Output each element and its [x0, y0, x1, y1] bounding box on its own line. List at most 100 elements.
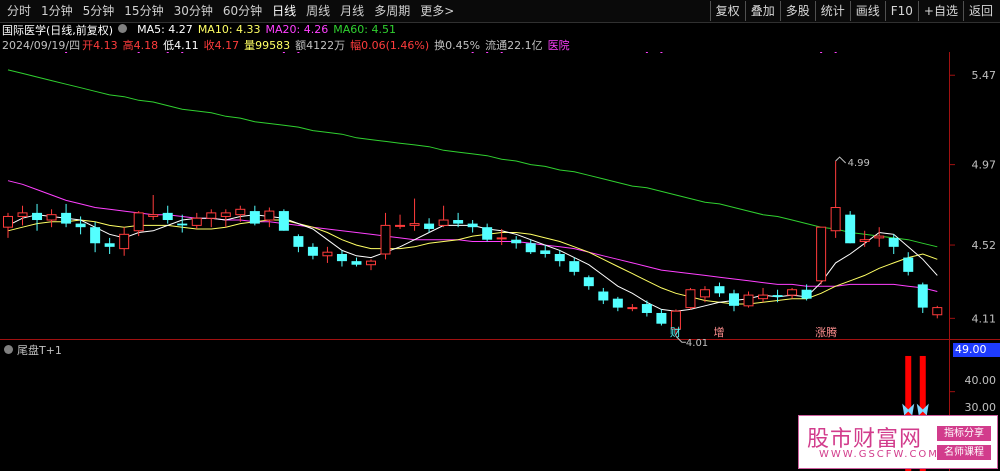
stock-info-line2: 2024/09/19/四 开4.13 高4.18 低4.11 收4.17 量99…: [2, 37, 575, 52]
candle-body-down: [772, 295, 783, 297]
date-label: 2024/09/19/四: [2, 38, 81, 52]
candle-body-down: [554, 253, 565, 262]
period-tab-5[interactable]: 60分钟: [218, 0, 267, 22]
period-tab-8[interactable]: 月线: [335, 0, 369, 22]
candle-body-up: [787, 289, 798, 296]
indicator-name: 尾盘T+1: [17, 344, 62, 357]
toolbar-button-1[interactable]: 叠加: [744, 1, 780, 21]
event-dot: [166, 52, 169, 53]
event-dot: [181, 52, 184, 53]
candle-body-up: [220, 212, 231, 217]
sector-label[interactable]: 医院: [548, 37, 570, 53]
candle-body-down: [177, 223, 188, 226]
function-bar: 复权 叠加 多股 统计 画线 F10 +自选 返回: [709, 1, 998, 21]
price-axis-label: 4.52: [972, 239, 997, 252]
candle-body-down: [612, 298, 623, 308]
candle-body-up: [685, 289, 696, 309]
candle-body-down: [656, 312, 667, 324]
candle-body-down: [569, 261, 580, 272]
candle-body-up: [264, 210, 275, 221]
ma60-label: MA60: 4.51: [333, 23, 396, 36]
candle-body-down: [511, 239, 522, 244]
candle-body-up: [859, 239, 870, 242]
toolbar-button-3[interactable]: 统计: [814, 1, 850, 21]
candle-body-up: [874, 235, 885, 239]
period-tab-10[interactable]: 更多>: [415, 0, 459, 22]
event-dot: [486, 52, 489, 53]
candle-body-down: [75, 223, 86, 228]
stock-info-line1: 国际医学(日线,前复权) MA5: 4.27 MA10: 4.33 MA20: …: [2, 22, 401, 37]
period-tab-0[interactable]: 分时: [2, 0, 36, 22]
candle-body-down: [162, 212, 173, 221]
open-label: 开4.13: [82, 38, 118, 52]
candle-body-down: [482, 227, 493, 240]
high-price-label: 4.99: [848, 158, 870, 169]
period-tab-4[interactable]: 30分钟: [169, 0, 218, 22]
candle-body-up: [743, 294, 754, 307]
toolbar-button-4[interactable]: 画线: [849, 1, 885, 21]
ma5-label: MA5: 4.27: [137, 23, 193, 36]
event-dot: [282, 52, 285, 53]
candle-body-up: [830, 207, 841, 232]
low-price-label: 4.01: [686, 338, 708, 349]
candle-body-down: [467, 223, 478, 228]
ma20-label: MA20: 4.26: [265, 23, 329, 36]
event-dot: [500, 52, 503, 53]
event-dot: [471, 52, 474, 53]
candle-body-down: [525, 243, 536, 253]
period-tab-9[interactable]: 多周期: [369, 0, 415, 22]
indicator-panel-title[interactable]: 尾盘T+1: [4, 342, 62, 358]
change-label: 幅0.06(1.46%): [350, 38, 430, 52]
candle-body-up: [932, 307, 943, 316]
candle-body-down: [453, 220, 464, 224]
candle-body-down: [249, 211, 260, 224]
indicator-value-badge: 49.00: [953, 343, 1000, 357]
event-dot: [297, 52, 300, 53]
candle-body-up: [438, 219, 449, 226]
period-tab-3[interactable]: 15分钟: [119, 0, 168, 22]
candle-body-up: [409, 223, 420, 226]
high-label: 高4.18: [122, 38, 159, 52]
candle-body-up: [758, 294, 769, 300]
candle-body-up: [191, 217, 202, 226]
candle-body-down: [598, 291, 609, 301]
period-tab-2[interactable]: 5分钟: [78, 0, 120, 22]
event-tag-tag1: 财: [670, 325, 681, 339]
high-marker: [835, 156, 846, 164]
candle-body-up: [627, 307, 638, 310]
toolbar-button-0[interactable]: 复权: [709, 1, 745, 21]
period-tab-6[interactable]: 日线: [267, 0, 301, 22]
event-dot: [820, 52, 823, 53]
toolbar-button-2[interactable]: 多股: [779, 1, 815, 21]
float-label: 流通22.1亿: [485, 38, 543, 52]
ma10-label: MA10: 4.33: [197, 23, 261, 36]
candle-body-up: [17, 212, 28, 217]
watermark-tag-indicators: 指标分享: [937, 426, 991, 441]
candle-body-down: [641, 304, 652, 313]
price-axis-label: 4.11: [972, 312, 997, 325]
event-dot: [645, 52, 648, 53]
kline-chart[interactable]: 5.47 4.97 4.52 4.11 4.99 4.01 财 增 涨腾: [0, 52, 1000, 471]
candle-body-up: [496, 237, 507, 240]
volume-label: 量99583: [244, 38, 291, 52]
ma10-line: [7, 219, 938, 305]
toolbar-button-5[interactable]: F10: [884, 1, 918, 21]
candle-body-down: [903, 257, 914, 272]
candle-body-down: [104, 243, 115, 247]
candle-body-up: [322, 251, 333, 257]
indicator-level-40: 40.00: [964, 374, 997, 387]
settings-icon[interactable]: [118, 23, 132, 36]
candle-body-down: [424, 223, 435, 229]
candle-body-down: [278, 211, 289, 231]
indicator-settings-icon[interactable]: [4, 344, 17, 357]
candle-body-up: [119, 233, 130, 250]
event-dot: [137, 52, 140, 53]
period-tab-7[interactable]: 周线: [301, 0, 335, 22]
candle-body-down: [32, 212, 43, 221]
toolbar-button-7[interactable]: 返回: [962, 1, 998, 21]
toolbar-button-6[interactable]: +自选: [917, 1, 963, 21]
stock-name[interactable]: 国际医学(日线,前复权): [2, 22, 113, 38]
event-tag-tag3: 涨腾: [815, 325, 837, 339]
period-tab-1[interactable]: 1分钟: [36, 0, 78, 22]
toolbar: 分时 1分钟 5分钟 15分钟 30分钟 60分钟 日线 周线 月线 多周期 更多> 复权 叠加 多股统…: [0, 0, 1000, 23]
